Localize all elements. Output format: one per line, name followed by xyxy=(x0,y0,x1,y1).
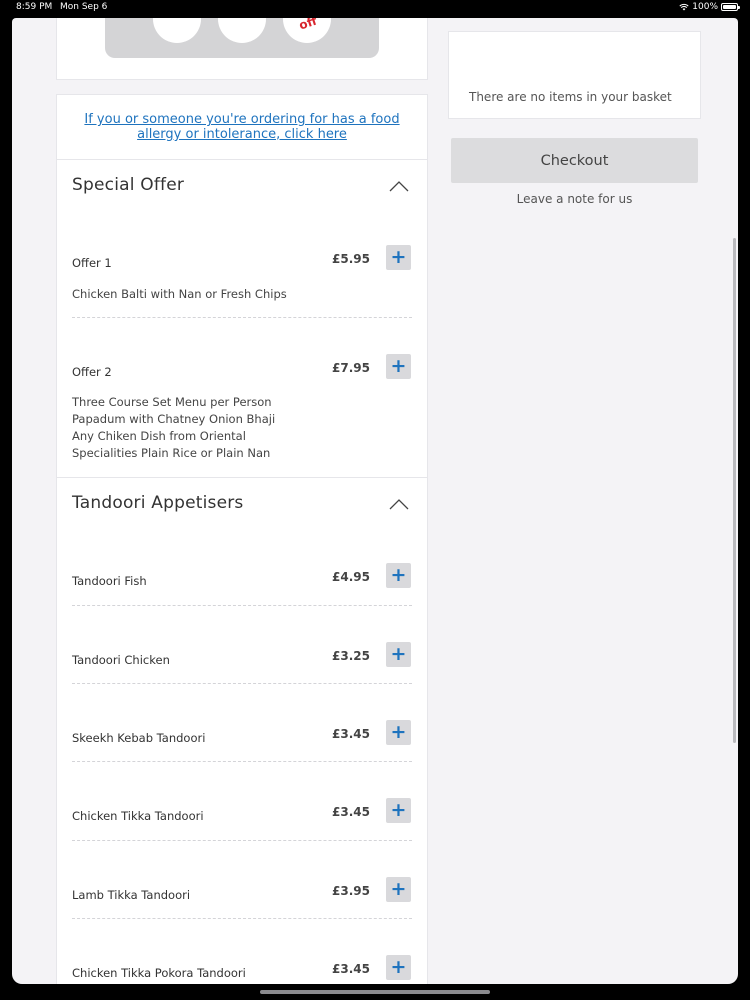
status-right: 100% xyxy=(679,2,740,12)
chevron-up-icon[interactable] xyxy=(389,180,409,192)
add-item-button[interactable]: + xyxy=(386,798,411,823)
wifi-icon xyxy=(679,3,689,11)
promo-dot xyxy=(153,18,201,43)
add-item-button[interactable]: + xyxy=(386,245,411,270)
add-item-button[interactable]: + xyxy=(386,877,411,902)
item-name: Offer 1 xyxy=(72,256,112,270)
home-indicator[interactable] xyxy=(260,990,490,994)
section-header-tandoori-appetisers[interactable]: Tandoori Appetisers xyxy=(57,478,427,530)
item-price: £3.95 xyxy=(332,884,370,898)
plus-icon: + xyxy=(390,877,407,900)
add-item-button[interactable]: + xyxy=(386,955,411,980)
menu-card: If you or someone you're ordering for ha… xyxy=(56,94,428,984)
item-price: £5.95 xyxy=(332,252,370,266)
status-date: Mon Sep 6 xyxy=(60,2,108,12)
plus-icon: + xyxy=(390,563,407,586)
leave-note-link[interactable]: Leave a note for us xyxy=(451,192,698,206)
section-title: Special Offer xyxy=(72,175,185,195)
add-item-button[interactable]: + xyxy=(386,563,411,588)
chevron-up-icon[interactable] xyxy=(389,498,409,510)
basket-panel: There are no items in your basket xyxy=(448,31,701,119)
plus-icon: + xyxy=(390,245,407,268)
item-price: £3.25 xyxy=(332,649,370,663)
item-name: Tandoori Chicken xyxy=(72,653,170,667)
section-header-special-offer[interactable]: Special Offer xyxy=(57,160,427,212)
plus-icon: + xyxy=(390,798,407,821)
promo-dot xyxy=(218,18,266,43)
item-price: £7.95 xyxy=(332,361,370,375)
status-time: 8:59 PM xyxy=(16,2,53,12)
item-divider xyxy=(72,683,412,684)
item-price: £3.45 xyxy=(332,727,370,741)
app-screen: off If you or someone you're ordering fo… xyxy=(12,18,738,984)
item-name: Offer 2 xyxy=(72,365,112,379)
section-title: Tandoori Appetisers xyxy=(72,493,244,513)
item-name: Lamb Tikka Tandoori xyxy=(72,888,191,902)
item-price: £3.45 xyxy=(332,805,370,819)
item-price: £4.95 xyxy=(332,570,370,584)
add-item-button[interactable]: + xyxy=(386,720,411,745)
item-divider xyxy=(72,761,412,762)
item-name: Chicken Tikka Tandoori xyxy=(72,809,204,823)
item-divider xyxy=(72,317,412,318)
item-name: Chicken Tikka Pokora Tandoori xyxy=(72,966,246,980)
item-name: Skeekh Kebab Tandoori xyxy=(72,731,206,745)
battery-icon xyxy=(721,3,740,11)
basket-empty-message: There are no items in your basket xyxy=(469,90,672,104)
plus-icon: + xyxy=(390,720,407,743)
item-price: £3.45 xyxy=(332,962,370,976)
item-divider xyxy=(72,918,412,919)
plus-icon: + xyxy=(390,354,407,377)
add-item-button[interactable]: + xyxy=(386,642,411,667)
battery-percent: 100% xyxy=(692,2,718,12)
allergy-notice: If you or someone you're ordering for ha… xyxy=(57,95,427,160)
item-divider xyxy=(72,605,412,606)
scrollbar[interactable] xyxy=(733,238,736,743)
add-item-button[interactable]: + xyxy=(386,354,411,379)
promo-banner: off xyxy=(105,18,379,58)
promo-card: off xyxy=(56,18,428,80)
plus-icon: + xyxy=(390,642,407,665)
item-description: Three Course Set Menu per Person Papadum… xyxy=(72,395,276,460)
item-name: Tandoori Fish xyxy=(72,574,147,588)
checkout-button[interactable]: Checkout xyxy=(451,138,698,183)
item-divider xyxy=(72,840,412,841)
plus-icon: + xyxy=(390,955,407,978)
item-description: Chicken Balti with Nan or Fresh Chips xyxy=(72,287,287,301)
status-bar: 8:59 PM Mon Sep 6 100% xyxy=(0,0,750,16)
allergy-link[interactable]: If you or someone you're ordering for ha… xyxy=(77,112,407,142)
